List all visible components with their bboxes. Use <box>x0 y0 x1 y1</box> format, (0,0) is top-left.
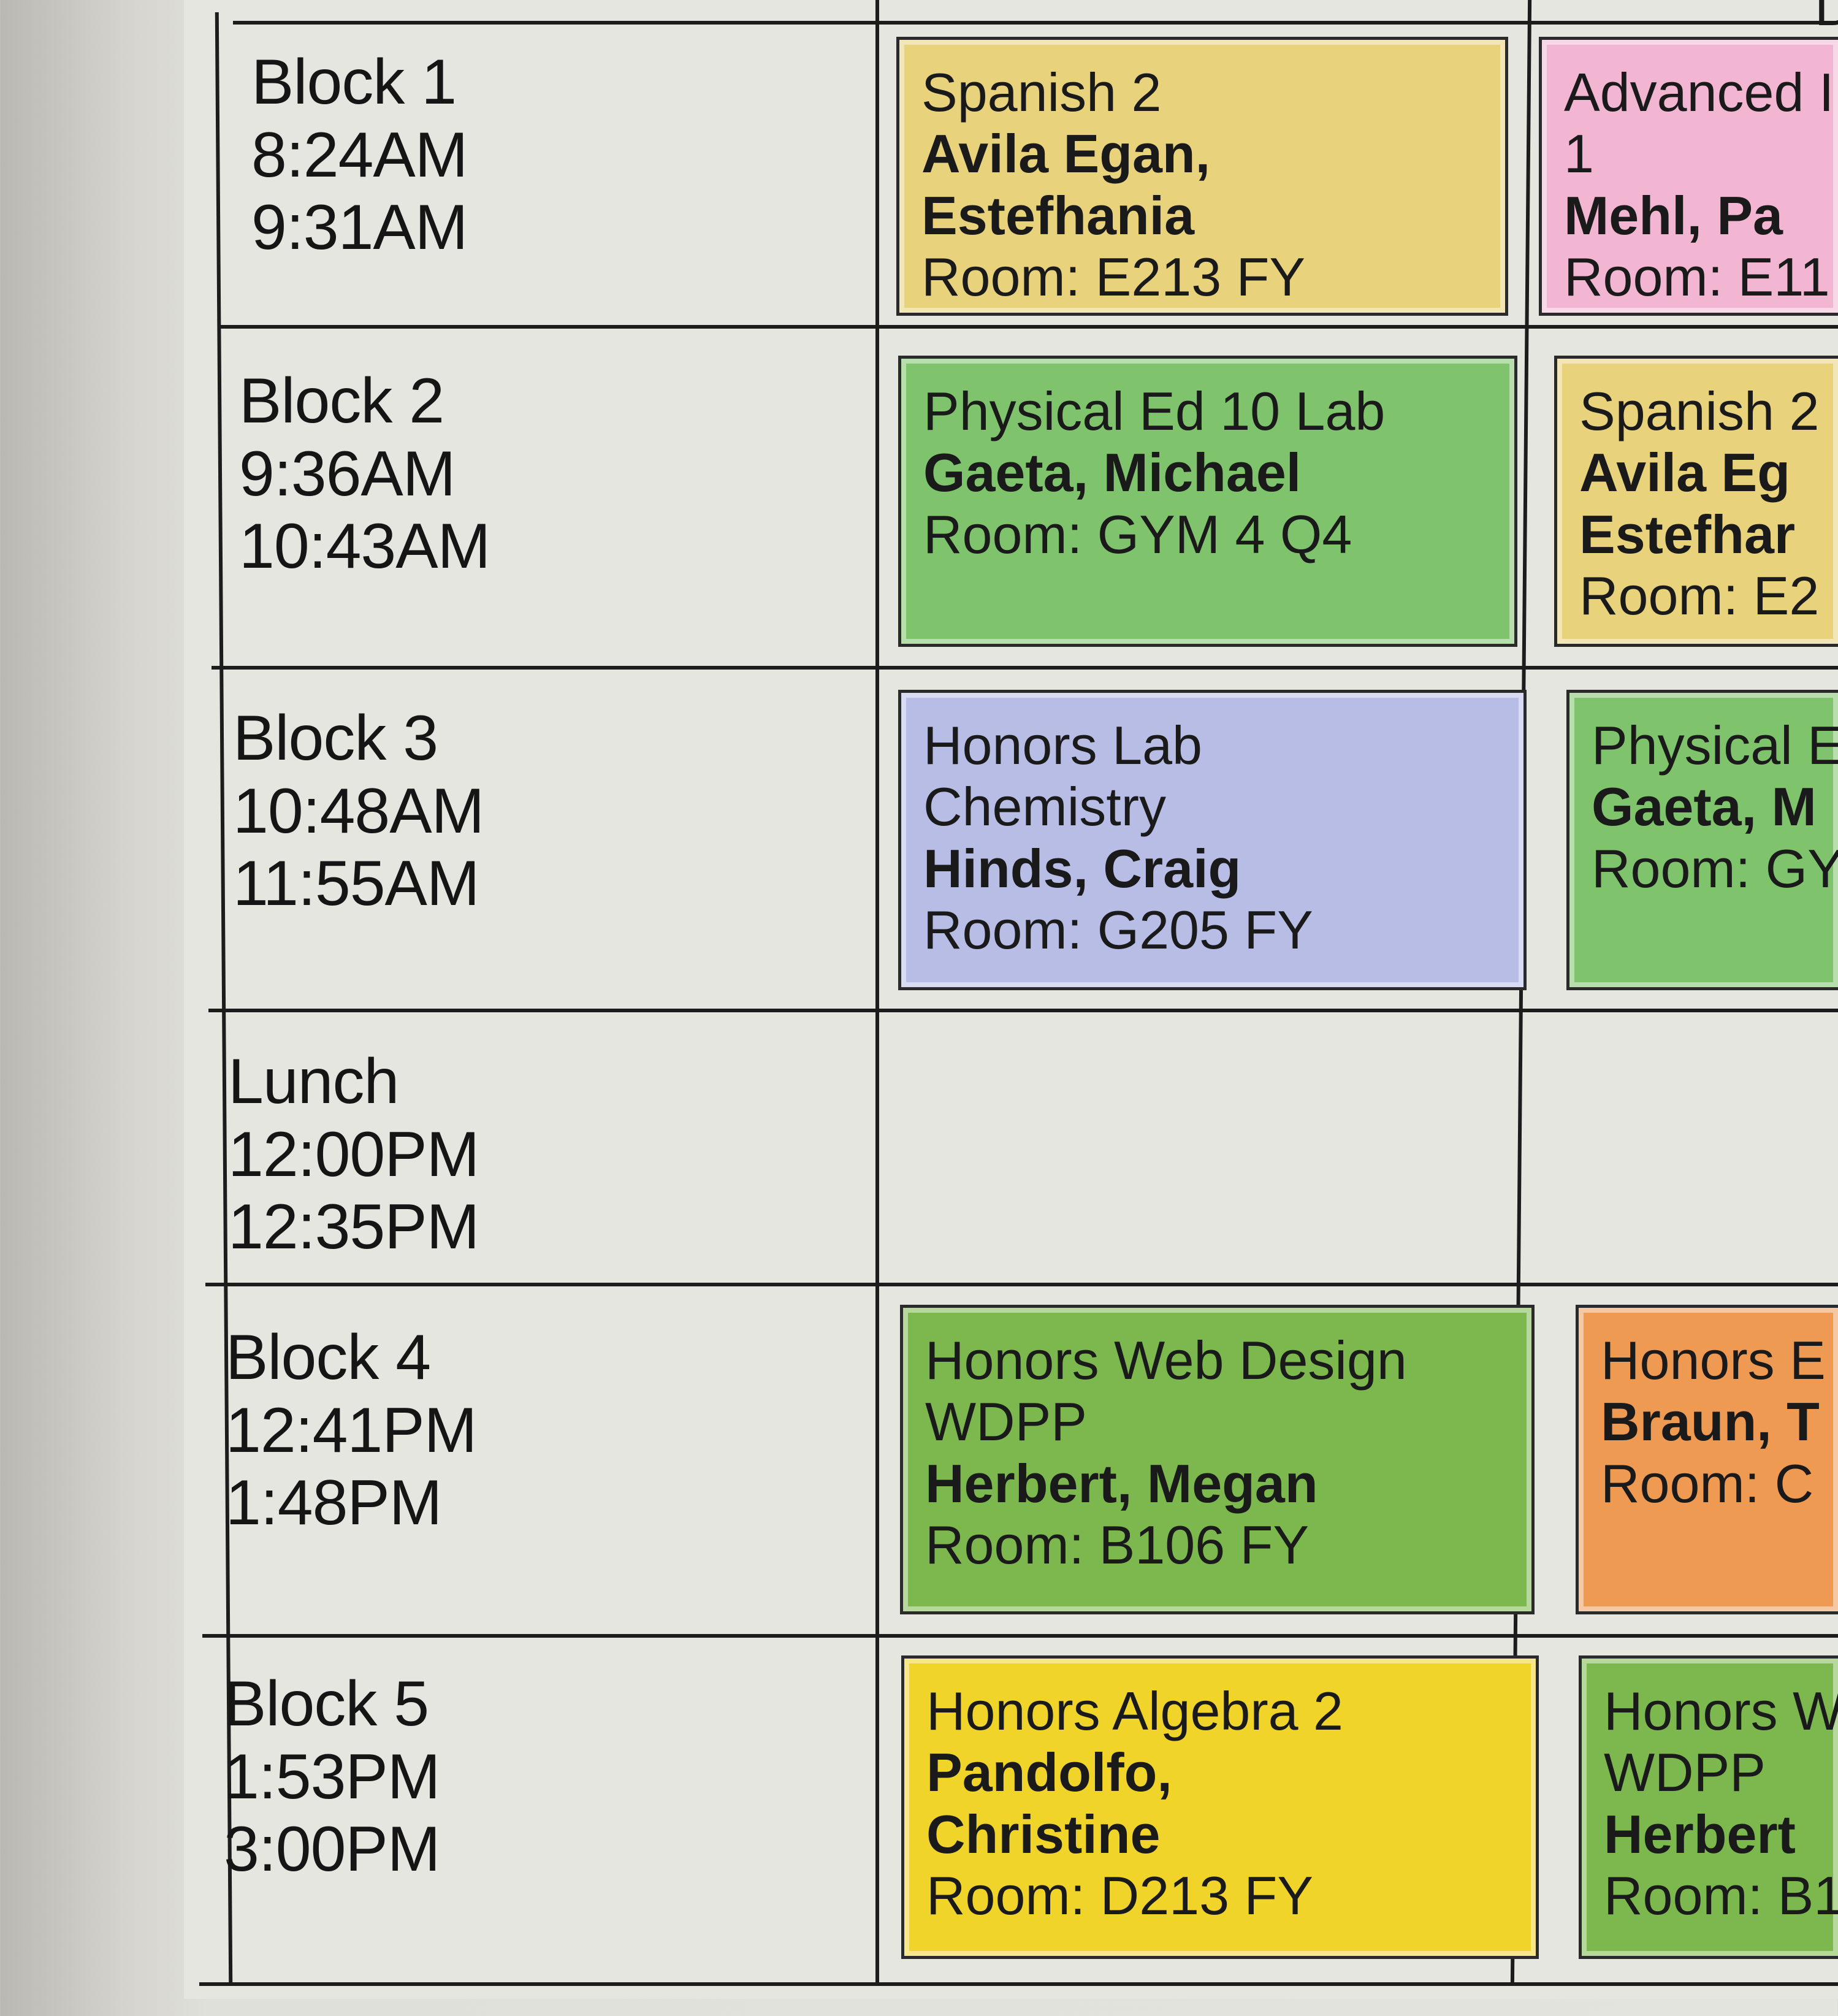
row-title: Block 3 <box>233 703 438 774</box>
row-divider <box>212 666 1838 670</box>
row-title: Block 4 <box>226 1322 431 1393</box>
course-name: Spanish 2 <box>921 62 1162 123</box>
course-room: Room: E11 <box>1564 246 1830 307</box>
row-divider <box>218 325 1838 329</box>
course-name: Honors W WDPP <box>1604 1681 1838 1803</box>
row-start-time: 9:36AM <box>239 438 456 510</box>
course-card-spanish-2: Spanish 2 Avila Egan, Estefhania Room: E2… <box>896 37 1508 316</box>
row-start-time: 10:48AM <box>233 775 484 847</box>
row-start-time: 12:00PM <box>228 1118 479 1190</box>
row-end-time: 3:00PM <box>224 1814 440 1885</box>
course-room: Room: E213 FY <box>921 246 1306 307</box>
row-end-time: 10:43AM <box>239 511 490 582</box>
course-room: Room: GYM 4 Q4 <box>923 503 1352 565</box>
course-card-partial-honors-e: Honors E Braun, T Room: C <box>1576 1305 1838 1614</box>
course-teacher: Gaeta, M <box>1592 776 1817 838</box>
row-divider <box>208 1009 1838 1012</box>
course-room: Room: B106 FY <box>925 1514 1310 1575</box>
course-card-partial-physical: Physical E Gaeta, M Room: GY <box>1566 690 1838 990</box>
course-name: Spanish 2 <box>1579 381 1820 441</box>
row-title: Lunch <box>228 1046 399 1117</box>
course-teacher: Hinds, Craig <box>923 838 1241 899</box>
course-room: Room: D213 FY <box>926 1865 1313 1926</box>
course-teacher: Pandolfo, Christine <box>926 1742 1172 1865</box>
course-name: Honors Lab Chemistry <box>923 715 1202 838</box>
course-teacher: Avila Eg Estefhar <box>1579 442 1796 565</box>
course-teacher: Avila Egan, Estefhania <box>921 123 1211 246</box>
course-teacher: Herbert <box>1604 1803 1796 1865</box>
course-name: Honors Algebra 2 <box>926 1681 1343 1741</box>
course-card-honors-web-design: Honors Web Design WDPP Herbert, Megan Roo… <box>900 1305 1535 1614</box>
course-room: Room: G205 FY <box>923 899 1313 960</box>
course-card-partial-honors-w: Honors W WDPP Herbert Room: B1 <box>1579 1655 1838 1959</box>
row-divider <box>205 1283 1838 1286</box>
course-name: Physical Ed 10 Lab <box>923 381 1386 441</box>
course-teacher: Braun, T <box>1601 1391 1820 1453</box>
course-teacher: Gaeta, Michael <box>923 442 1302 503</box>
row-label-block-1: Block 1 8:24AM 9:31AM <box>251 46 913 264</box>
course-card-partial-spanish: Spanish 2 Avila Eg Estefhar Room: E2 <box>1554 356 1838 647</box>
course-name: Advanced I1 <box>1564 62 1834 185</box>
row-title: Block 1 <box>251 47 457 118</box>
row-label-block-4: Block 4 12:41PM 1:48PM <box>226 1321 888 1540</box>
row-end-time: 11:55AM <box>233 848 480 920</box>
row-divider <box>199 1982 1838 1986</box>
row-start-time: 8:24AM <box>251 119 468 191</box>
row-title: Block 2 <box>239 365 444 437</box>
row-label-block-5: Block 5 1:53PM 3:00PM <box>224 1668 886 1886</box>
course-teacher: Herbert, Megan <box>925 1453 1318 1514</box>
row-start-time: 1:53PM <box>224 1741 440 1812</box>
course-room: Room: E2 <box>1579 565 1820 626</box>
course-name: Honors Web Design WDPP <box>925 1330 1407 1453</box>
row-label-lunch: Lunch 12:00PM 12:35PM <box>228 1045 890 1264</box>
course-name: Physical E <box>1592 715 1838 776</box>
course-card-honors-chemistry: Honors Lab Chemistry Hinds, Craig Room: G… <box>898 690 1527 990</box>
course-card-physical-ed: Physical Ed 10 Lab Gaeta, Michael Room: … <box>898 356 1517 647</box>
course-room: Room: GY <box>1592 838 1838 899</box>
row-start-time: 12:41PM <box>226 1394 477 1466</box>
course-name: Honors E <box>1601 1330 1826 1391</box>
row-title: Block 5 <box>224 1668 429 1739</box>
course-card-honors-algebra: Honors Algebra 2 Pandolfo, Christine Room… <box>901 1655 1539 1959</box>
table-top-edge <box>233 0 1838 25</box>
course-teacher: Mehl, Pa <box>1564 185 1783 246</box>
row-end-time: 1:48PM <box>226 1467 442 1539</box>
course-room: Room: C <box>1601 1453 1814 1514</box>
corner-header-glyph: D <box>1815 0 1838 37</box>
course-card-partial-advanced: Advanced I1 Mehl, Pa Room: E11 <box>1539 37 1838 316</box>
row-label-block-3: Block 3 10:48AM 11:55AM <box>233 702 895 920</box>
row-end-time: 9:31AM <box>251 192 468 264</box>
course-room: Room: B1 <box>1604 1865 1838 1926</box>
row-label-block-2: Block 2 9:36AM 10:43AM <box>239 365 901 583</box>
row-divider <box>202 1634 1838 1638</box>
row-end-time: 12:35PM <box>228 1191 479 1263</box>
